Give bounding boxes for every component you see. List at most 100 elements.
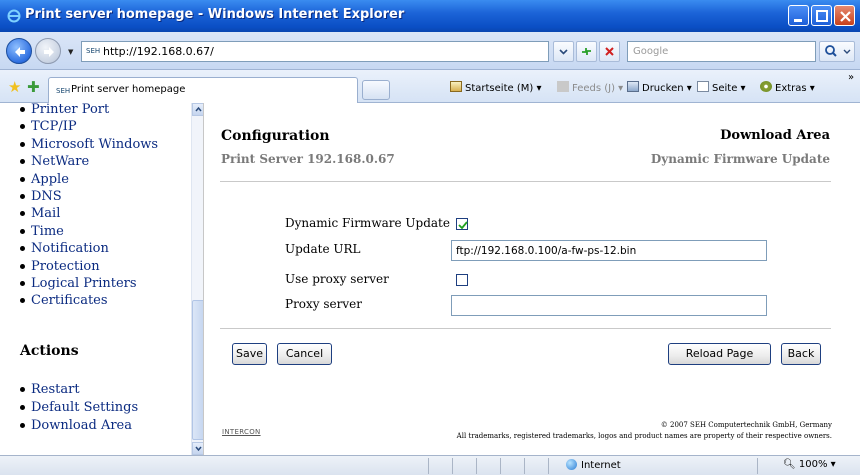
bullet-icon (20, 107, 25, 112)
chevron-down-icon (559, 49, 568, 55)
proxy-server-input[interactable] (451, 295, 767, 316)
sidebar-item-label: Logical Printers (31, 276, 137, 291)
main-content-frame: Configuration Print Server 192.168.0.67 … (205, 103, 860, 455)
scroll-down-button[interactable] (192, 442, 203, 455)
bullet-icon (20, 263, 25, 269)
dynamic-update-checkbox[interactable] (456, 218, 468, 230)
use-proxy-checkbox[interactable] (456, 274, 468, 286)
refresh-icon (582, 48, 591, 55)
action-item-label: Default Settings (31, 400, 139, 415)
address-dropdown-button[interactable] (553, 41, 574, 62)
forward-arrow-icon (44, 47, 54, 57)
update-url-input[interactable] (451, 240, 767, 261)
back-page-button[interactable]: Back (781, 343, 821, 365)
recent-pages-dropdown[interactable]: ▼ (68, 48, 73, 56)
cancel-button[interactable]: Cancel (277, 343, 332, 365)
window-title: Print server homepage - Windows Internet… (25, 7, 405, 22)
bullet-icon (20, 246, 25, 252)
sidebar-item-label: Protection (31, 258, 100, 274)
more-commands-chevron-icon[interactable]: » (848, 72, 854, 83)
status-divider (524, 458, 525, 474)
copyright-line-1: © 2007 SEH Computertechnik GmbH, Germany (660, 421, 832, 429)
chevron-down-icon (195, 446, 202, 452)
bullet-icon (20, 228, 25, 234)
refresh-button[interactable] (576, 41, 597, 62)
sidebar-item-label: Mail (31, 206, 61, 222)
page-menu-button[interactable]: Seite ▾ (697, 81, 746, 94)
status-divider (452, 458, 453, 474)
bullet-icon (20, 281, 25, 286)
stop-icon (605, 47, 614, 56)
tab-print-server-homepage[interactable]: SEH Print server homepage (48, 77, 358, 103)
internet-explorer-icon (7, 9, 21, 23)
sidebar-item-label: Notification (31, 241, 109, 257)
site-favicon: SEH (86, 47, 101, 55)
proxy-server-label: Proxy server (285, 297, 363, 311)
printer-icon (627, 81, 639, 92)
favorites-star-icon[interactable]: ★ (8, 78, 21, 96)
zoom-level[interactable]: 🔍︎ 100% ▾ (783, 459, 836, 470)
home-button[interactable]: Startseite (M) ▾ (450, 81, 541, 94)
divider-top (220, 181, 831, 182)
close-icon (840, 11, 851, 22)
stop-button[interactable] (599, 41, 620, 62)
intercon-logo[interactable]: INTERCON (222, 428, 261, 436)
status-bar: Internet 🔍︎ 100% ▾ (0, 455, 860, 475)
sidebar-item-label: DNS (31, 189, 62, 204)
back-button[interactable] (6, 38, 32, 64)
action-item-label: Download Area (31, 418, 132, 433)
gear-icon (760, 81, 772, 92)
dynamic-update-label: Dynamic Firmware Update (285, 216, 450, 230)
search-placeholder: Google (633, 46, 669, 57)
search-button[interactable] (819, 41, 855, 62)
bullet-icon (20, 387, 25, 392)
scroll-thumb[interactable] (192, 300, 203, 440)
maximize-button[interactable] (811, 5, 832, 26)
zoom-icon: 🔍︎ (783, 459, 796, 470)
search-input[interactable]: Google (627, 41, 816, 62)
command-bar: ★ ✚ SEH Print server homepage Startseite… (0, 70, 860, 103)
action-item-label: Restart (31, 382, 80, 397)
tab-label: Print server homepage (71, 84, 186, 95)
feeds-button[interactable]: Feeds (J) ▾ (557, 81, 623, 94)
new-tab-button[interactable] (362, 80, 390, 100)
left-frame-scrollbar[interactable] (191, 103, 203, 455)
tab-favicon: SEH (56, 87, 71, 95)
save-button[interactable]: Save (232, 343, 267, 365)
maximize-icon (816, 10, 828, 22)
update-url-label: Update URL (285, 242, 361, 256)
page-icon (697, 81, 709, 92)
sidebar-item-label: Printer Port (31, 103, 110, 117)
status-divider (428, 458, 429, 474)
address-input[interactable]: SEH http://192.168.0.67/ (81, 41, 549, 62)
add-favorites-icon[interactable]: ✚ (27, 78, 40, 96)
sidebar-item-label: Time (31, 223, 64, 239)
bullet-icon (20, 141, 25, 147)
tools-menu-button[interactable]: Extras ▾ (760, 81, 815, 94)
reload-page-button[interactable]: Reload Page (668, 343, 771, 365)
feeds-icon (557, 81, 569, 92)
sidebar-item-label: TCP/IP (31, 119, 77, 135)
page-content: Printer Port TCP/IP Microsoft Windows NetWa… (0, 103, 860, 455)
section-subtitle: Dynamic Firmware Update (650, 152, 830, 166)
checkmark-icon (458, 221, 468, 230)
actions-heading: Actions (20, 343, 79, 359)
address-tools (553, 41, 623, 62)
globe-icon (566, 459, 577, 470)
print-button[interactable]: Drucken ▾ (627, 81, 692, 94)
page-subtitle: Print Server 192.168.0.67 (221, 152, 395, 166)
status-divider (476, 458, 477, 474)
scroll-up-button[interactable] (192, 103, 203, 116)
divider-bottom (220, 328, 831, 329)
chevron-up-icon (195, 106, 202, 112)
page-title: Configuration (221, 128, 330, 144)
bullet-icon (20, 194, 25, 199)
forward-button[interactable] (35, 38, 61, 64)
status-divider (548, 458, 549, 474)
window-title-bar: Print server homepage - Windows Internet… (0, 0, 860, 32)
security-zone[interactable]: Internet (566, 459, 621, 471)
left-navigation-frame: Printer Port TCP/IP Microsoft Windows NetWa… (0, 103, 204, 455)
minimize-button[interactable] (788, 5, 809, 26)
close-button[interactable] (834, 5, 855, 26)
status-divider (757, 458, 758, 474)
